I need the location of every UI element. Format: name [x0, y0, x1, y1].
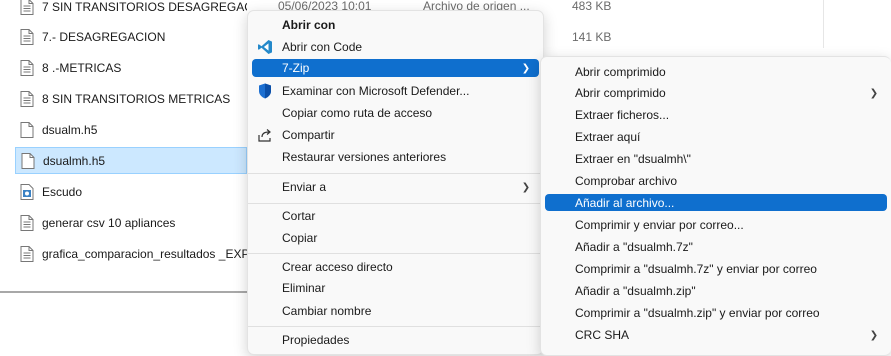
file-row[interactable]: 7 SIN TRANSITORIOS DESAGREGACION	[15, 0, 247, 20]
file-name: Escudo	[42, 184, 83, 199]
menu-item-send-to[interactable]: Enviar a ❯	[252, 177, 539, 197]
submenu-item-add-to-zip[interactable]: Añadir a "dsualmh.zip"	[545, 281, 887, 301]
document-icon	[20, 245, 34, 262]
menu-item-cut[interactable]: Cortar	[252, 206, 539, 226]
submenu-item-add-to-archive[interactable]: Añadir al archivo...	[545, 194, 887, 211]
submenu-item-open-archive-more[interactable]: Abrir comprimido ❯	[545, 83, 887, 103]
file-row[interactable]: grafica_comparacion_resultados _EXP_1	[15, 240, 247, 267]
menu-separator	[248, 173, 543, 174]
file-name: grafica_comparacion_resultados _EXP_1	[42, 246, 247, 261]
menu-item-restore-previous-versions[interactable]: Restaurar versiones anteriores	[252, 147, 539, 167]
file-name: 8 .-METRICAS	[42, 60, 122, 75]
column-divider	[823, 0, 824, 48]
menu-item-label: Crear acceso directo	[282, 260, 393, 274]
menu-separator	[248, 326, 543, 327]
submenu-item-add-to-7z[interactable]: Añadir a "dsualmh.7z"	[545, 237, 887, 257]
menu-item-label: Añadir a "dsualmh.7z"	[575, 240, 693, 254]
menu-item-label: Copiar como ruta de acceso	[282, 106, 433, 120]
menu-item-rename[interactable]: Cambiar nombre	[252, 301, 539, 321]
menu-item-open-with-code[interactable]: Abrir con Code	[252, 37, 539, 57]
document-icon	[20, 59, 34, 76]
file-row[interactable]: generar csv 10 apliances	[15, 209, 247, 236]
menu-item-label: Abrir comprimido	[575, 86, 666, 100]
file-row[interactable]: Escudo	[15, 178, 247, 205]
file-name: generar csv 10 apliances	[42, 215, 176, 230]
document-icon	[20, 90, 34, 107]
chevron-right-icon: ❯	[869, 329, 879, 341]
menu-item-label: CRC SHA	[575, 328, 630, 342]
vscode-icon	[257, 39, 273, 55]
menu-item-7zip[interactable]: 7-Zip ❯	[252, 59, 539, 77]
menu-item-label: Extraer ficheros...	[575, 108, 670, 122]
menu-item-copy-as-path[interactable]: Copiar como ruta de acceso	[252, 103, 539, 123]
file-size: 141 KB	[572, 30, 612, 44]
menu-item-label: Abrir con Code	[282, 40, 363, 54]
menu-item-label: Añadir al archivo...	[575, 195, 675, 210]
submenu-item-extract-here[interactable]: Extraer aquí	[545, 127, 887, 147]
share-icon	[257, 127, 273, 143]
menu-item-label: Cambiar nombre	[282, 304, 372, 318]
menu-item-defender-scan[interactable]: Examinar con Microsoft Defender...	[252, 81, 539, 101]
menu-item-properties[interactable]: Propiedades	[252, 330, 539, 350]
menu-item-label: Eliminar	[282, 281, 326, 295]
menu-item-delete[interactable]: Eliminar	[252, 278, 539, 298]
menu-item-label: Comprimir y enviar por correo...	[575, 218, 744, 232]
menu-separator	[248, 253, 543, 254]
menu-item-open-with[interactable]: Abrir con	[252, 15, 539, 35]
blank-file-icon	[21, 152, 35, 169]
chevron-right-icon: ❯	[521, 62, 531, 74]
file-name: 7 SIN TRANSITORIOS DESAGREGACION	[42, 0, 247, 14]
document-icon	[20, 28, 34, 45]
menu-item-label: Examinar con Microsoft Defender...	[282, 84, 470, 98]
menu-item-label: Comprimir a "dsualmh.7z" y enviar por co…	[575, 262, 817, 276]
submenu-item-extract-files[interactable]: Extraer ficheros...	[545, 105, 887, 125]
submenu-item-compress-zip-and-email[interactable]: Comprimir a "dsualmh.zip" y enviar por c…	[545, 303, 887, 323]
submenu-item-compress-7z-and-email[interactable]: Comprimir a "dsualmh.7z" y enviar por co…	[545, 259, 887, 279]
list-divider	[0, 291, 252, 293]
file-name: dsualm.h5	[42, 122, 98, 137]
menu-separator	[248, 203, 543, 204]
file-row[interactable]: 8 .-METRICAS	[15, 54, 247, 81]
menu-item-label: Comprimir a "dsualmh.zip" y enviar por c…	[575, 306, 820, 320]
file-name: 8 SIN TRANSITORIOS METRICAS	[42, 91, 231, 106]
file-row[interactable]: 7.- DESAGREGACION	[15, 23, 247, 50]
menu-item-label: Restaurar versiones anteriores	[282, 150, 447, 164]
file-name: dsualmh.h5	[43, 153, 106, 168]
menu-item-share[interactable]: Compartir	[252, 125, 539, 145]
submenu-item-test-archive[interactable]: Comprobar archivo	[545, 171, 887, 191]
menu-item-label: 7-Zip	[282, 61, 310, 75]
menu-item-label: Copiar	[282, 231, 318, 245]
chevron-right-icon: ❯	[521, 181, 531, 193]
file-name: 7.- DESAGREGACION	[42, 29, 166, 44]
menu-item-label: Compartir	[282, 128, 335, 142]
image-file-icon	[20, 183, 34, 200]
submenu-item-crc-sha[interactable]: CRC SHA ❯	[545, 325, 887, 345]
menu-item-label: Abrir con	[282, 18, 336, 32]
menu-item-label: Cortar	[282, 209, 316, 223]
menu-item-label: Abrir comprimido	[575, 65, 666, 79]
file-row[interactable]: 8 SIN TRANSITORIOS METRICAS	[15, 85, 247, 112]
document-icon	[20, 214, 34, 231]
file-size: 483 KB	[572, 0, 612, 13]
file-row-selected[interactable]: dsualmh.h5	[15, 147, 247, 174]
menu-item-copy[interactable]: Copiar	[252, 228, 539, 248]
menu-item-label: Enviar a	[282, 180, 327, 194]
context-menu: Abrir con Abrir con Code 7-Zip ❯ Examina…	[247, 10, 544, 355]
menu-item-label: Comprobar archivo	[575, 174, 678, 188]
blank-file-icon	[20, 121, 34, 138]
menu-item-label: Extraer en "dsualmh\"	[575, 152, 691, 166]
defender-shield-icon	[257, 83, 273, 99]
file-row[interactable]: dsualm.h5	[15, 116, 247, 143]
menu-item-label: Añadir a "dsualmh.zip"	[575, 284, 696, 298]
submenu-item-open-archive[interactable]: Abrir comprimido	[545, 62, 887, 82]
menu-item-label: Extraer aquí	[575, 130, 641, 144]
submenu-item-compress-and-email[interactable]: Comprimir y enviar por correo...	[545, 215, 887, 235]
menu-item-create-shortcut[interactable]: Crear acceso directo	[252, 257, 539, 277]
document-icon	[20, 0, 34, 15]
chevron-right-icon: ❯	[869, 87, 879, 99]
submenu-item-extract-to-folder[interactable]: Extraer en "dsualmh\"	[545, 149, 887, 169]
7zip-submenu: Abrir comprimido Abrir comprimido ❯ Extr…	[540, 56, 891, 356]
